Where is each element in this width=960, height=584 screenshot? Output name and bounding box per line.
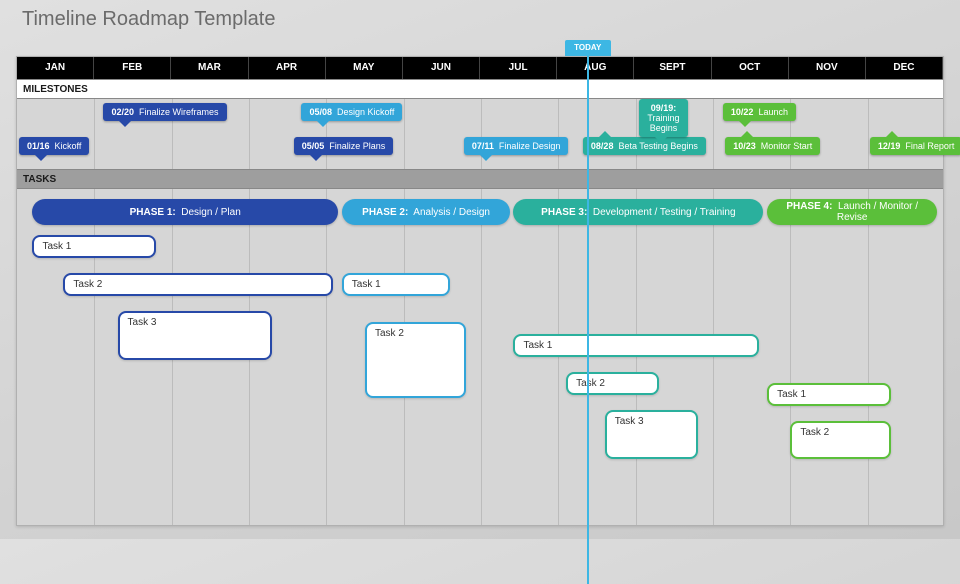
month-header: APR: [249, 57, 326, 79]
task-bar: Task 2: [566, 372, 659, 395]
milestone: 08/28 Beta Testing Begins: [583, 137, 706, 155]
section-label-tasks: TASKS: [17, 169, 943, 189]
task-bar: Task 3: [605, 410, 698, 459]
month-header: JUL: [480, 57, 557, 79]
today-marker: TODAY: [587, 56, 589, 584]
today-flag: TODAY: [565, 40, 611, 56]
section-label-milestones: MILESTONES: [17, 79, 943, 99]
timeline-chart: JANFEBMARAPRMAYJUNJULAUGSEPTOCTNOVDEC MI…: [16, 56, 944, 526]
phase-bar: PHASE 4: Launch / Monitor / Revise: [767, 199, 937, 225]
tasks-area: PHASE 1: Design / PlanPHASE 2: Analysis …: [17, 189, 943, 525]
month-header: JAN: [17, 57, 94, 79]
task-bar: Task 2: [790, 421, 891, 459]
month-header: MAR: [171, 57, 248, 79]
task-bar: Task 1: [32, 235, 156, 258]
phase-bar: PHASE 2: Analysis / Design: [342, 199, 511, 225]
milestone: 01/16 Kickoff: [19, 137, 89, 155]
month-header: OCT: [712, 57, 789, 79]
milestone: 10/22 Launch: [723, 103, 796, 121]
month-header-row: JANFEBMARAPRMAYJUNJULAUGSEPTOCTNOVDEC: [17, 57, 943, 79]
milestone: 02/20 Finalize Wireframes: [103, 103, 226, 121]
milestone: 07/11 Finalize Design: [464, 137, 569, 155]
milestone: 05/08 Design Kickoff: [301, 103, 402, 121]
task-bar: Task 1: [513, 334, 759, 357]
month-header: NOV: [789, 57, 866, 79]
milestone: 05/05 Finalize Plans: [294, 137, 394, 155]
task-bar: Task 2: [63, 273, 332, 296]
phase-bar: PHASE 1: Design / Plan: [32, 199, 337, 225]
month-header: SEPT: [634, 57, 711, 79]
task-bar: Task 3: [118, 311, 273, 360]
month-header: FEB: [94, 57, 171, 79]
month-header: MAY: [326, 57, 403, 79]
month-header: DEC: [866, 57, 943, 79]
milestone: 10/23 Monitor Start: [725, 137, 820, 155]
task-bar: Task 1: [767, 383, 891, 406]
page-title: Timeline Roadmap Template: [22, 8, 275, 31]
milestone: 12/19 Final Report: [870, 137, 960, 155]
phase-bar: PHASE 3: Development / Testing / Trainin…: [513, 199, 763, 225]
month-header: AUG: [557, 57, 634, 79]
milestones-area: 01/16 Kickoff 02/20 Finalize Wireframes 05…: [17, 99, 943, 169]
task-bar: Task 2: [365, 322, 466, 398]
task-bar: Task 1: [342, 273, 450, 296]
month-header: JUN: [403, 57, 480, 79]
milestone: 09/19:TrainingBegins: [639, 99, 687, 137]
